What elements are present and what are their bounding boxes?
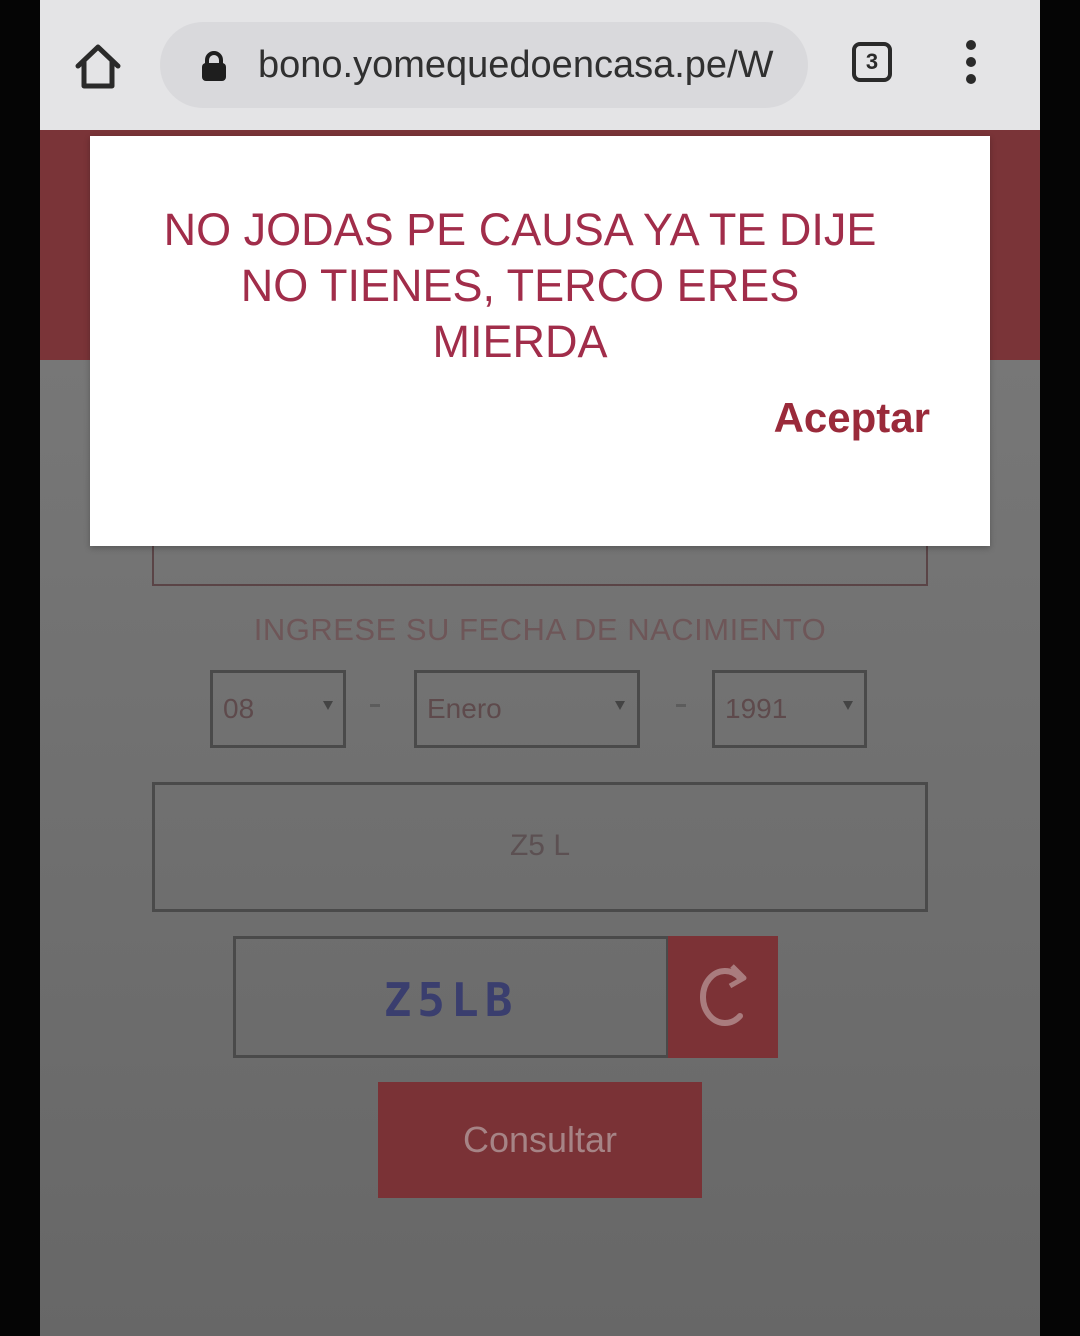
date-separator xyxy=(370,704,380,707)
accept-button[interactable]: Aceptar xyxy=(770,394,930,442)
year-select-value: 1991 xyxy=(725,693,788,724)
tab-switcher-button[interactable]: 3 xyxy=(852,42,892,82)
captcha-input[interactable]: Z5 L xyxy=(152,782,928,912)
captcha-input-value: Z5 L xyxy=(509,829,571,862)
captcha-image: Z5LB xyxy=(233,936,669,1058)
month-select[interactable]: Enero xyxy=(414,670,640,748)
day-select[interactable]: 08 xyxy=(210,670,346,748)
url-text: bono.yomequedoencasa.pe/W xyxy=(258,44,774,86)
year-select[interactable]: 1991 xyxy=(712,670,867,748)
home-icon[interactable] xyxy=(70,38,126,94)
day-select-value: 08 xyxy=(223,693,255,724)
month-select-value: Enero xyxy=(427,693,502,724)
alert-message: NO JODAS PE CAUSA YA TE DIJE NO TIENES, … xyxy=(163,204,877,367)
chevron-down-icon xyxy=(843,701,853,710)
chevron-down-icon xyxy=(615,701,625,710)
lock-icon xyxy=(200,50,228,82)
chevron-down-icon xyxy=(323,701,333,710)
consultar-button[interactable]: Consultar xyxy=(378,1082,702,1198)
dob-label: INGRESE SU FECHA DE NACIMIENTO xyxy=(253,612,827,647)
date-separator xyxy=(676,704,686,707)
refresh-icon xyxy=(700,964,747,1026)
address-bar[interactable]: bono.yomequedoencasa.pe/W xyxy=(160,22,808,108)
phone-screen: bono.yomequedoencasa.pe/W 3 INGRESE SU F… xyxy=(40,0,1040,1336)
browser-toolbar: bono.yomequedoencasa.pe/W 3 xyxy=(40,0,1040,130)
alert-dialog: NO JODAS PE CAUSA YA TE DIJE NO TIENES, … xyxy=(90,136,990,546)
more-menu-icon[interactable] xyxy=(956,40,986,90)
captcha-code: Z5LB xyxy=(383,973,519,1027)
captcha-refresh-button[interactable] xyxy=(668,936,778,1058)
